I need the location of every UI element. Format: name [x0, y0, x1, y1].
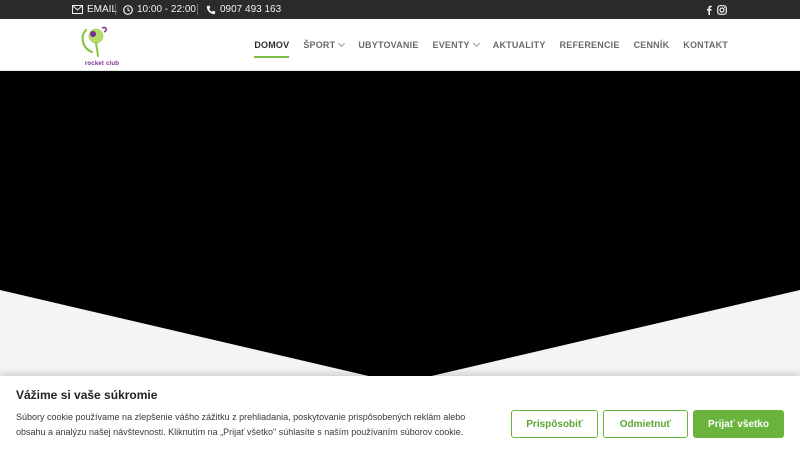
nav-item-ubytovanie[interactable]: UBYTOVANIE: [358, 19, 418, 71]
main-navigation: DOMOV ŠPORT UBYTOVANIE EVENTY AKTUALITY …: [240, 19, 728, 71]
nav-item-label: ŠPORT: [303, 40, 336, 50]
nav-item-cennik[interactable]: CENNÍK: [634, 19, 670, 71]
facebook-icon: [706, 5, 712, 15]
nav-item-label: EVENTY: [432, 40, 470, 50]
hours-text: 10:00 - 22:00: [137, 4, 196, 15]
nav-item-domov[interactable]: DOMOV: [254, 19, 290, 71]
nav-item-label: REFERENCIE: [559, 40, 620, 50]
phone-icon: [206, 5, 216, 15]
divider: [115, 4, 116, 15]
nav-item-label: DOMOV: [254, 40, 290, 50]
logo[interactable]: rocket club: [74, 22, 130, 68]
chevron-down-icon: [472, 39, 480, 48]
nav-item-label: UBYTOVANIE: [358, 40, 419, 50]
clock-icon: [123, 4, 133, 15]
divider: [197, 4, 198, 15]
nav-item-label: AKTUALITY: [492, 40, 546, 50]
chevron-down-icon: [338, 39, 346, 48]
opening-hours: 10:00 - 22:00: [123, 0, 196, 19]
nav-item-kontakt[interactable]: KONTAKT: [683, 19, 728, 71]
phone-link[interactable]: 0907 493 163: [206, 0, 281, 19]
nav-item-label: CENNÍK: [633, 40, 670, 50]
top-bar: EMAIL 10:00 - 22:00 0907 493 163: [0, 0, 800, 19]
nav-item-label: KONTAKT: [683, 40, 728, 50]
envelope-icon: [72, 5, 83, 14]
rocket-club-logo-icon: [81, 26, 107, 57]
facebook-link[interactable]: [706, 0, 712, 19]
cookie-consent-banner: Vážime si vaše súkromie Súbory cookie po…: [0, 376, 800, 450]
hero-divider-shape: [0, 290, 800, 381]
customize-button[interactable]: Prispôsobiť: [511, 410, 598, 438]
instagram-icon: [717, 4, 727, 15]
site-header: rocket club DOMOV ŠPORT UBYTOVANIE EVENT…: [0, 19, 800, 71]
logo-text: rocket club: [84, 61, 120, 67]
accept-all-button[interactable]: Prijať všetko: [693, 410, 784, 438]
nav-item-sport[interactable]: ŠPORT: [303, 19, 346, 71]
email-label: EMAIL: [87, 4, 118, 15]
instagram-link[interactable]: [717, 0, 727, 19]
nav-item-eventy[interactable]: EVENTY: [432, 19, 480, 71]
cookie-title: Vážime si vaše súkromie: [16, 388, 158, 402]
nav-item-referencie[interactable]: REFERENCIE: [560, 19, 620, 71]
cookie-description: Súbory cookie používame na zlepšenie váš…: [16, 410, 496, 440]
email-link[interactable]: EMAIL: [72, 0, 117, 19]
reject-button[interactable]: Odmietnuť: [603, 410, 688, 438]
nav-item-aktuality[interactable]: AKTUALITY: [493, 19, 546, 71]
cookie-description-line: obsahu a analýzu našej návštevnosti. Kli…: [16, 427, 464, 437]
cookie-description-line: Súbory cookie používame na zlepšenie váš…: [16, 412, 466, 422]
phone-number: 0907 493 163: [220, 4, 282, 15]
